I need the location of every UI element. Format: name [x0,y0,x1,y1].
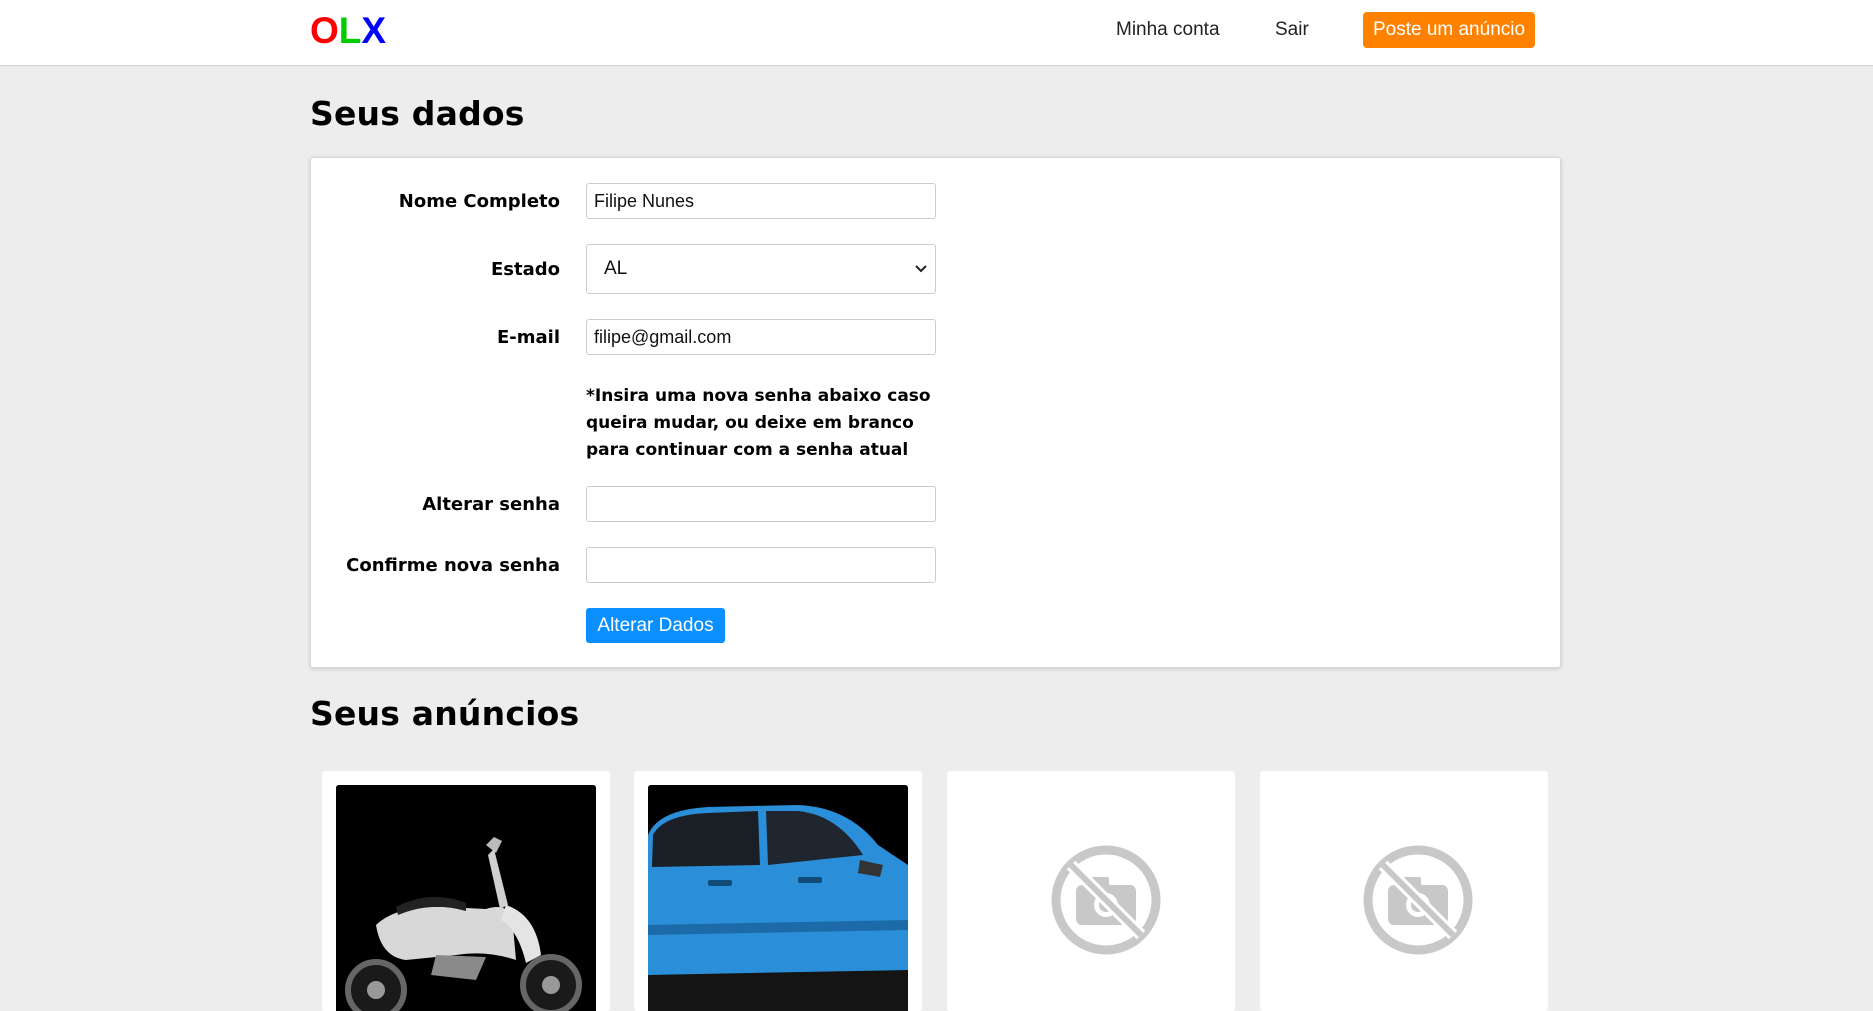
logo-letter-l: L [338,10,362,51]
confirm-password-input[interactable] [586,547,936,583]
full-name-label: Nome Completo [398,191,560,212]
top-header: OLX Minha conta Sair Poste um anúncio [0,0,1873,66]
no-photo-icon[interactable] [1274,785,1534,1011]
ad-card[interactable] [1260,771,1548,1011]
olx-logo[interactable]: OLX [310,11,386,51]
password-note: *Insira uma nova senha abaixo caso queir… [586,386,931,460]
my-account-link[interactable]: Minha conta [1116,18,1220,42]
full-name-input[interactable]: Filipe Nunes [586,183,936,219]
ad-card[interactable] [634,771,922,1011]
state-selected-value: AL [604,258,628,279]
logo-letter-x: X [361,10,387,51]
profile-form-card: Nome Completo Filipe Nunes Estado AL E-m… [310,157,1561,668]
update-data-button[interactable]: Alterar Dados [586,608,725,643]
ad-card[interactable] [322,771,610,1011]
no-photo-icon[interactable] [961,785,1221,1011]
confirm-password-label: Confirme nova senha [346,555,560,576]
chevron-down-icon [914,245,928,313]
logout-link[interactable]: Sair [1275,18,1309,42]
motorcycle-photo[interactable] [336,785,596,1011]
new-password-label: Alterar senha [422,494,560,515]
profile-section-title: Seus dados [310,94,525,133]
state-label: Estado [490,259,560,280]
blue-car-photo[interactable] [648,785,908,1011]
ad-card[interactable] [947,771,1235,1011]
email-label: E-mail [496,327,560,348]
logo-letter-o: O [310,10,339,51]
state-select[interactable]: AL [586,244,936,294]
email-input[interactable]: filipe@gmail.com [586,319,936,355]
ads-section-title: Seus anúncios [310,694,580,733]
post-ad-button[interactable]: Poste um anúncio [1363,12,1535,48]
new-password-input[interactable] [586,486,936,522]
